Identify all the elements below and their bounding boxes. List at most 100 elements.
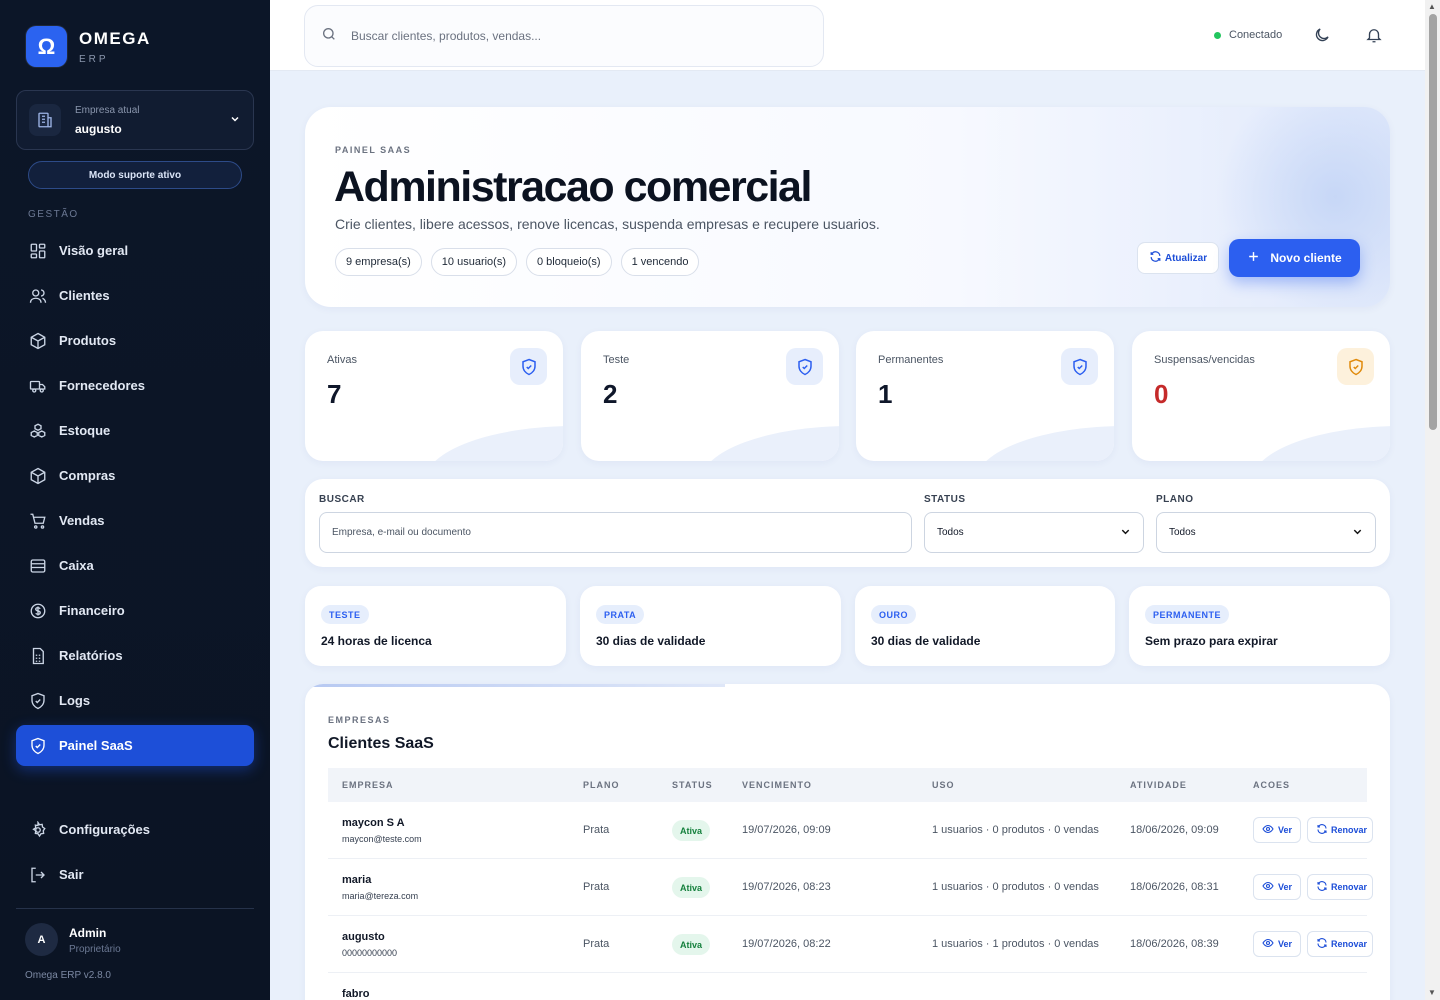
filter-search-input[interactable]: Empresa, e-mail ou documento: [319, 512, 912, 553]
stat-label: Permanentes: [878, 354, 944, 366]
moon-icon[interactable]: [1311, 24, 1333, 46]
plan-tag: PERMANENTE: [1145, 605, 1230, 624]
sidebar-item-label: Fornecedores: [59, 378, 145, 393]
scroll-down-icon[interactable]: ▼: [1428, 988, 1436, 997]
refresh-icon: [1149, 250, 1162, 266]
filters-panel: BUSCAR Empresa, e-mail ou documento STAT…: [305, 479, 1390, 567]
brand-subtitle: ERP: [79, 53, 109, 65]
refresh-icon: [1316, 937, 1328, 951]
plan-card-ouro: OURO 30 dias de validade: [855, 586, 1115, 666]
card-decoration: [701, 426, 839, 461]
column-header[interactable]: EMPRESA: [342, 780, 394, 790]
sidebar-item-sair[interactable]: Sair: [16, 854, 254, 895]
connection-status: Conectado: [1214, 29, 1282, 41]
table-row[interactable]: maycon S A maycon@teste.com Prata Ativa …: [328, 802, 1373, 859]
shield-alert-icon: [1337, 348, 1374, 385]
view-button[interactable]: Ver: [1253, 817, 1301, 843]
column-header[interactable]: PLANO: [583, 780, 620, 790]
refresh-button[interactable]: Atualizar: [1137, 242, 1219, 274]
avatar[interactable]: A: [25, 923, 58, 956]
table-row[interactable]: fabro: [328, 973, 1367, 1000]
table-kicker: EMPRESAS: [328, 715, 391, 725]
new-client-button[interactable]: Novo cliente: [1229, 239, 1360, 277]
row-activity: 18/06/2026, 08:39: [1130, 938, 1219, 950]
row-company-email: 00000000000: [342, 948, 398, 958]
sidebar-item-compras[interactable]: Compras: [16, 455, 254, 496]
row-due-date: 19/07/2026, 09:09: [742, 824, 831, 836]
sidebar-item-fornecedores[interactable]: Fornecedores: [16, 365, 254, 406]
bell-icon[interactable]: [1363, 24, 1385, 46]
renew-button[interactable]: Renovar: [1307, 817, 1373, 843]
status-select-value: Todos: [937, 527, 964, 538]
stat-card-active: Ativas 7: [305, 331, 563, 461]
search-input[interactable]: [351, 29, 791, 43]
sidebar-item-label: Sair: [59, 867, 84, 882]
view-label: Ver: [1277, 825, 1292, 835]
sidebar-item-logs[interactable]: Logs: [16, 680, 254, 721]
logout-icon: [28, 865, 48, 885]
refresh-icon: [1316, 823, 1328, 837]
plan-description: 30 dias de validade: [596, 634, 706, 648]
support-mode-badge: Modo suporte ativo: [28, 161, 242, 189]
table-row[interactable]: maria maria@tereza.com Prata Ativa 19/07…: [328, 859, 1373, 916]
column-header[interactable]: ATIVIDADE: [1130, 780, 1187, 790]
column-header[interactable]: VENCIMENTO: [742, 780, 812, 790]
plan-select[interactable]: Todos: [1156, 512, 1376, 553]
plan-card-permanente: PERMANENTE Sem prazo para expirar: [1129, 586, 1390, 666]
sidebar-item-label: Logs: [59, 693, 91, 708]
status-dot-icon: [1214, 31, 1221, 39]
brand[interactable]: Ω OMEGA ERP: [26, 26, 151, 67]
wallet-icon: [28, 556, 48, 576]
stat-label: Teste: [603, 354, 630, 366]
row-activity: 18/06/2026, 09:09: [1130, 824, 1219, 836]
new-client-label: Novo cliente: [1270, 251, 1342, 265]
scrollbar-thumb[interactable]: [1429, 14, 1437, 430]
sidebar-item-produtos[interactable]: Produtos: [16, 320, 254, 361]
page-scrollbar[interactable]: ▲ ▼: [1425, 0, 1440, 1000]
sidebar-item-label: Produtos: [59, 333, 117, 348]
eye-icon: [1262, 823, 1274, 837]
row-plan: Prata: [583, 938, 610, 950]
page-title: Administracao comercial: [334, 163, 812, 211]
plan-card-prata: PRATA 30 dias de validade: [580, 586, 841, 666]
row-plan: Prata: [583, 881, 610, 893]
renew-button[interactable]: Renovar: [1307, 931, 1373, 957]
sidebar-item-configuracoes[interactable]: Configurações: [16, 809, 254, 850]
status-select[interactable]: Todos: [924, 512, 1144, 553]
renew-button[interactable]: Renovar: [1307, 874, 1373, 900]
sidebar-item-financeiro[interactable]: Financeiro: [16, 590, 254, 631]
sidebar-item-label: Clientes: [59, 288, 110, 303]
plus-icon: [1247, 250, 1260, 266]
view-button[interactable]: Ver: [1253, 874, 1301, 900]
column-header[interactable]: STATUS: [672, 780, 713, 790]
sidebar-item-label: Caixa: [59, 558, 94, 573]
sidebar-item-vendas[interactable]: Vendas: [16, 500, 254, 541]
card-decoration: [1252, 426, 1390, 461]
refresh-icon: [1316, 880, 1328, 894]
column-header[interactable]: ACOES: [1253, 780, 1290, 790]
gear-icon: [28, 820, 48, 840]
sidebar-item-caixa[interactable]: Caixa: [16, 545, 254, 586]
plan-tag: PRATA: [596, 605, 645, 624]
sidebar-item-estoque[interactable]: Estoque: [16, 410, 254, 451]
column-header[interactable]: USO: [932, 780, 955, 790]
company-selector[interactable]: Empresa atual augusto: [16, 90, 254, 150]
global-search[interactable]: [304, 5, 824, 67]
table-row[interactable]: augusto 00000000000 Prata Ativa 19/07/20…: [328, 916, 1373, 973]
plan-card-teste: TESTE 24 horas de licenca: [305, 586, 566, 666]
sidebar-item-clientes[interactable]: Clientes: [16, 275, 254, 316]
card-decoration: [425, 426, 563, 461]
sidebar-item-visao-geral[interactable]: Visão geral: [16, 230, 254, 271]
scroll-up-icon[interactable]: ▲: [1428, 2, 1436, 11]
cart-icon: [28, 511, 48, 531]
view-button[interactable]: Ver: [1253, 931, 1301, 957]
sidebar-item-painel-saas[interactable]: Painel SaaS: [16, 725, 254, 766]
building-icon: [29, 104, 61, 136]
app-version: Omega ERP v2.8.0: [25, 970, 111, 981]
sidebar-item-relatorios[interactable]: Relatórios: [16, 635, 254, 676]
refresh-label: Atualizar: [1164, 252, 1208, 264]
table-header: EMPRESA PLANO STATUS VENCIMENTO USO ATIV…: [328, 768, 1367, 802]
eye-icon: [1262, 937, 1274, 951]
filter-plan-label: PLANO: [1156, 494, 1194, 505]
filter-status-label: STATUS: [924, 494, 966, 505]
